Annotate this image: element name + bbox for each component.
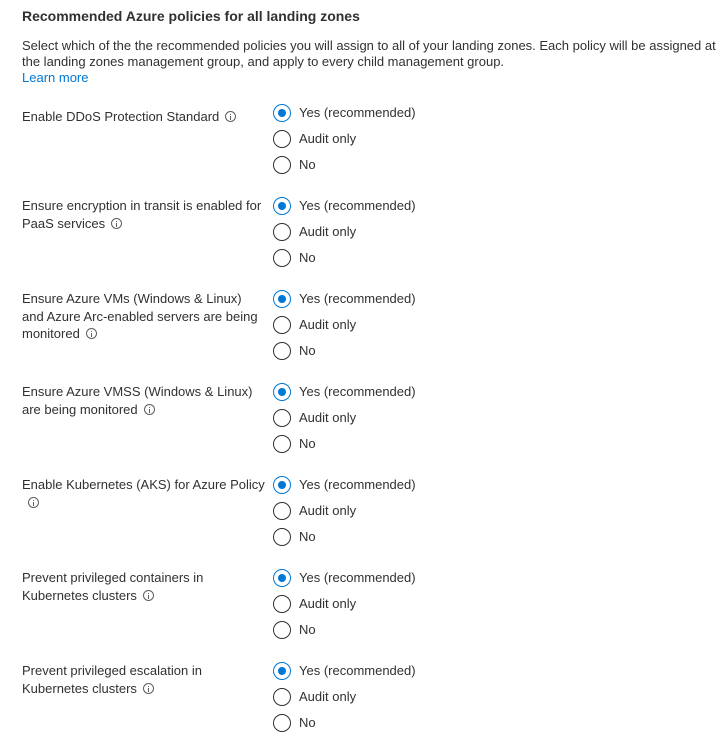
info-icon[interactable] (111, 217, 123, 229)
policy-row: Prevent privileged escalation in Kuberne… (0, 662, 718, 742)
policy-row: Enable DDoS Protection Standard Yes (reco… (0, 104, 718, 184)
policy-label: Ensure Azure VMs (Windows & Linux) and A… (22, 290, 266, 343)
info-icon[interactable] (142, 682, 154, 694)
radio-option-label: No (299, 622, 316, 637)
radio-unselected-icon[interactable] (273, 316, 291, 334)
radio-unselected-icon[interactable] (273, 409, 291, 427)
radio-option-label: Audit only (299, 224, 357, 239)
radio-option-label: No (299, 529, 316, 544)
policy-label-text: Prevent privileged containers in Kuberne… (22, 570, 204, 603)
radio-unselected-icon[interactable] (273, 528, 291, 546)
policy-label: Prevent privileged containers in Kuberne… (22, 569, 266, 604)
radio-option-label: Yes (recommended) (299, 570, 416, 585)
policy-row: Enable Kubernetes (AKS) for Azure Policy… (0, 476, 718, 556)
radio-option-label: Audit only (299, 317, 357, 332)
policy-label: Prevent privileged escalation in Kuberne… (22, 662, 266, 697)
learn-more-link[interactable]: Learn more (22, 70, 88, 85)
policy-label-text: Prevent privileged escalation in Kuberne… (22, 663, 202, 696)
radio-option-label: Yes (recommended) (299, 291, 416, 306)
info-icon[interactable] (225, 111, 237, 122)
policy-label-text: Ensure Azure VMs (Windows & Linux) and A… (22, 291, 258, 341)
radio-option-label: Audit only (299, 131, 357, 146)
radio-selected-icon[interactable] (273, 104, 291, 122)
radio-selected-icon[interactable] (273, 662, 291, 680)
radio-option-label: Audit only (299, 689, 357, 704)
radio-option-label: Yes (recommended) (299, 384, 416, 399)
section-title: Recommended Azure policies for all landi… (22, 8, 360, 24)
radio-option-label: No (299, 436, 316, 451)
info-icon[interactable] (143, 403, 155, 415)
policies-page: Recommended Azure policies for all landi… (0, 0, 718, 743)
radio-option-label: Audit only (299, 596, 357, 611)
policy-row: Ensure Azure VMs (Windows & Linux) and A… (0, 290, 718, 370)
radio-option-label: Audit only (299, 410, 357, 425)
radio-unselected-icon[interactable] (273, 249, 291, 267)
section-description: Select which of the the recommended poli… (22, 38, 718, 86)
policy-label: Ensure Azure VMSS (Windows & Linux) are … (22, 383, 266, 418)
radio-option-label: No (299, 715, 316, 730)
policy-row: Prevent privileged containers in Kuberne… (0, 569, 718, 649)
radio-option-label: Audit only (299, 503, 357, 518)
radio-unselected-icon[interactable] (273, 130, 291, 148)
policy-label-text: Enable DDoS Protection Standard (22, 109, 220, 124)
radio-selected-icon[interactable] (273, 476, 291, 494)
radio-option-label: No (299, 343, 316, 358)
radio-selected-icon[interactable] (273, 569, 291, 587)
radio-selected-icon[interactable] (273, 197, 291, 215)
policy-label: Enable DDoS Protection Standard (22, 108, 266, 126)
info-icon[interactable] (28, 496, 39, 508)
radio-unselected-icon[interactable] (273, 595, 291, 613)
radio-unselected-icon[interactable] (273, 435, 291, 453)
description-text: Select which of the the recommended poli… (22, 38, 716, 69)
radio-unselected-icon[interactable] (273, 156, 291, 174)
radio-option-label: Yes (recommended) (299, 105, 416, 120)
policy-label-text: Ensure Azure VMSS (Windows & Linux) are … (22, 384, 253, 417)
info-icon[interactable] (142, 589, 154, 601)
radio-unselected-icon[interactable] (273, 621, 291, 639)
radio-selected-icon[interactable] (273, 383, 291, 401)
radio-selected-icon[interactable] (273, 290, 291, 308)
radio-option-label: No (299, 250, 316, 265)
radio-option-label: Yes (recommended) (299, 477, 416, 492)
policy-row: Ensure Azure VMSS (Windows & Linux) are … (0, 383, 718, 463)
radio-unselected-icon[interactable] (273, 342, 291, 360)
policy-label: Enable Kubernetes (AKS) for Azure Policy (22, 476, 266, 511)
policy-label-text: Enable Kubernetes (AKS) for Azure Policy (22, 477, 265, 492)
radio-option-label: Yes (recommended) (299, 663, 416, 678)
policy-row: Ensure encryption in transit is enabled … (0, 197, 718, 277)
radio-unselected-icon[interactable] (273, 223, 291, 241)
radio-option-label: Yes (recommended) (299, 198, 416, 213)
radio-unselected-icon[interactable] (273, 714, 291, 732)
info-icon[interactable] (85, 328, 97, 339)
radio-option-label: No (299, 157, 316, 172)
policy-label-text: Ensure encryption in transit is enabled … (22, 198, 262, 231)
policy-label: Ensure encryption in transit is enabled … (22, 197, 266, 232)
radio-unselected-icon[interactable] (273, 502, 291, 520)
radio-unselected-icon[interactable] (273, 688, 291, 706)
